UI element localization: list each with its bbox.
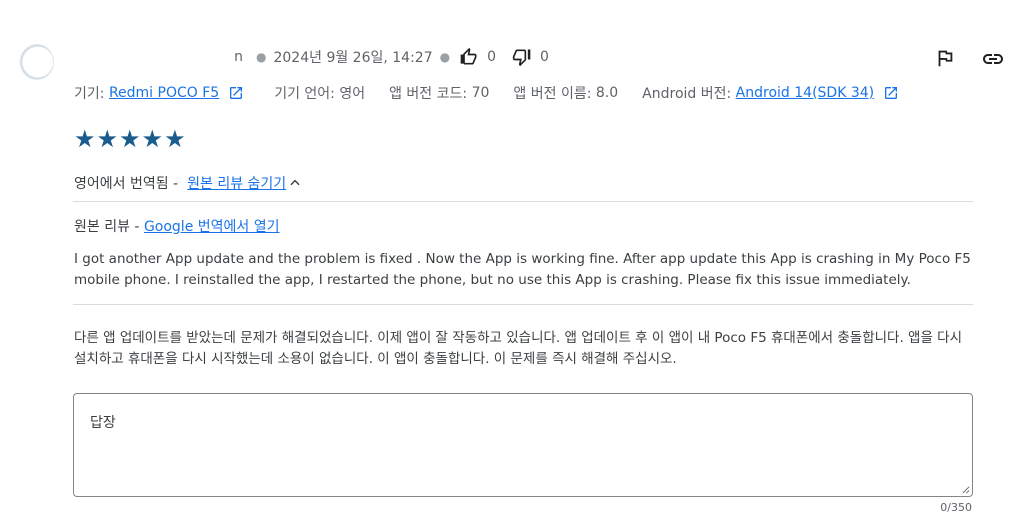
reply-box (73, 393, 973, 497)
device-info: 기기: Redmi POCO F5 기기 언어: 영어 앱 버전 코드: 70 … (74, 83, 905, 103)
divider (73, 304, 973, 305)
device-language: 영어 (339, 86, 366, 102)
star-icon: ★ (119, 125, 141, 153)
thumbs-up-button[interactable] (459, 47, 479, 67)
flag-icon[interactable] (934, 47, 956, 69)
author-name: n (234, 49, 243, 65)
divider (73, 201, 973, 202)
link-icon[interactable] (981, 47, 1005, 71)
version-code-label: 앱 버전 코드: (389, 86, 468, 102)
star-rating: ★ ★ ★ ★ ★ (74, 127, 187, 151)
android-version-link[interactable]: Android 14(SDK 34) (736, 85, 874, 101)
review-date: 2024년 9월 26일, 14:27 (273, 50, 433, 66)
open-in-new-icon[interactable] (883, 85, 899, 101)
thumbs-down-button[interactable] (512, 47, 532, 67)
review-header: n ● 2024년 9월 26일, 14:27 ● 0 0 (75, 47, 563, 67)
separator-dot: ● (256, 50, 267, 64)
star-icon: ★ (164, 125, 186, 153)
thumbs-up-count: 0 (487, 49, 497, 65)
google-translate-link[interactable]: Google 번역에서 열기 (144, 219, 280, 235)
star-icon: ★ (74, 125, 96, 153)
open-in-new-icon[interactable] (228, 85, 244, 101)
chevron-up-icon[interactable] (288, 176, 302, 190)
version-name-label: 앱 버전 이름: (513, 86, 592, 102)
star-icon: ★ (141, 125, 164, 153)
hide-original-link[interactable]: 원본 리뷰 숨기기 (187, 173, 286, 193)
reply-textarea[interactable] (74, 394, 972, 496)
translation-notice: 영어에서 번역됨 - 원본 리뷰 숨기기 (74, 173, 302, 193)
separator-dot: ● (439, 50, 451, 64)
thumb-up-icon (460, 47, 477, 65)
translated-from-label: 영어에서 번역됨 - (74, 176, 179, 192)
avatar (18, 44, 54, 80)
original-review-text: I got another App update and the problem… (74, 251, 971, 288)
device-name-link[interactable]: Redmi POCO F5 (109, 85, 219, 101)
thumb-down-icon (512, 49, 531, 67)
version-code: 70 (471, 85, 490, 101)
translated-review-text: 다른 앱 업데이트를 받았는데 문제가 해결되었습니다. 이제 앱이 잘 작동하… (74, 330, 963, 367)
thumbs-down-count: 0 (540, 49, 549, 65)
original-review-label: 원본 리뷰 - (74, 219, 140, 235)
device-label: 기기: (74, 86, 105, 102)
android-version-label: Android 버전: (642, 86, 732, 102)
original-review-header: 원본 리뷰 - Google 번역에서 열기 (74, 216, 280, 236)
version-name: 8.0 (595, 85, 619, 101)
reply-char-counter: 0/350 (940, 501, 972, 514)
star-icon: ★ (96, 125, 119, 153)
resize-handle-icon[interactable] (961, 485, 970, 494)
language-label: 기기 언어: (274, 86, 335, 102)
